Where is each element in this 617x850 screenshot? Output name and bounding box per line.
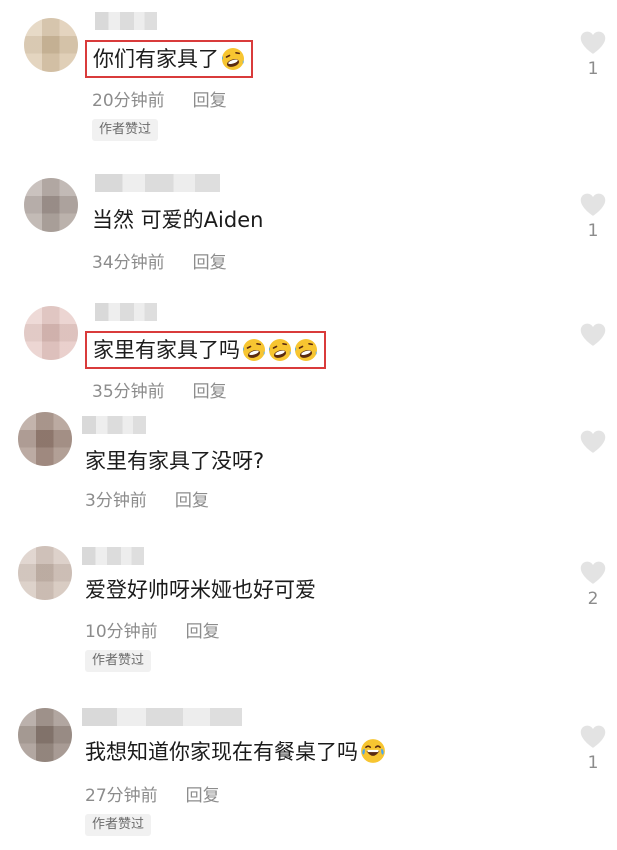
comment-text: 你们有家具了 [93,47,219,71]
comment-text-highlighted: 家里有家具了吗 [85,331,326,369]
username-blurred[interactable] [82,416,146,434]
tears-of-joy-emoji-icon [360,738,386,764]
comment-time: 27分钟前 [85,786,158,806]
reply-button[interactable]: 回复 [193,253,227,273]
comment-text: 家里有家具了没呀? [85,449,265,473]
heart-icon[interactable] [579,429,607,454]
comment-meta: 35分钟前 回复 [92,377,227,402]
avatar[interactable] [18,546,72,600]
comment-meta: 10分钟前 回复 [85,617,220,642]
reply-button[interactable]: 回复 [193,382,227,402]
like-count: 1 [587,221,599,241]
username-blurred[interactable] [95,303,157,321]
like-button[interactable] [576,322,610,347]
comment-meta: 34分钟前 回复 [92,248,227,273]
username-blurred[interactable] [95,174,220,192]
rofl-emoji-icon [242,338,266,362]
comment-time: 35分钟前 [92,382,165,402]
comment-meta: 27分钟前 回复 [85,781,220,806]
avatar[interactable] [24,18,78,72]
avatar[interactable] [24,178,78,232]
comment-time: 10分钟前 [85,622,158,642]
comment-meta: 3分钟前 回复 [85,486,209,511]
username-blurred[interactable] [82,547,144,565]
like-button[interactable]: 1 [576,724,610,773]
reply-button[interactable]: 回复 [175,491,209,511]
like-button[interactable]: 1 [576,192,610,241]
heart-icon[interactable] [579,322,607,347]
heart-icon[interactable] [579,724,607,749]
like-button[interactable]: 2 [576,560,610,609]
heart-icon[interactable] [579,560,607,585]
author-liked-badge: 作者赞过 [85,814,152,836]
rofl-emoji-icon [294,338,318,362]
comment-text: 我想知道你家现在有餐桌了吗 [85,740,358,764]
avatar[interactable] [18,708,72,762]
username-blurred[interactable] [82,708,242,726]
reply-button[interactable]: 回复 [186,786,220,806]
heart-icon[interactable] [579,192,607,217]
avatar[interactable] [24,306,78,360]
rofl-emoji-icon [221,47,245,71]
comment-meta: 20分钟前 回复 [92,86,227,111]
like-count: 2 [587,589,599,609]
reply-button[interactable]: 回复 [193,91,227,111]
comment-text-highlighted: 你们有家具了 [85,40,253,78]
reply-button[interactable]: 回复 [186,622,220,642]
like-button[interactable] [576,429,610,454]
comment-time: 3分钟前 [85,491,147,511]
avatar[interactable] [18,412,72,466]
rofl-emoji-icon [268,338,292,362]
comment-text: 爱登好帅呀米娅也好可爱 [85,578,316,602]
comment-text-with-emoji: 我想知道你家现在有餐桌了吗 [85,737,386,767]
comment-time: 34分钟前 [92,253,165,273]
author-liked-badge: 作者赞过 [92,119,159,141]
comment-text: 家里有家具了吗 [93,338,240,362]
comment-text: 当然 可爱的Aiden [92,208,264,232]
heart-icon[interactable] [579,30,607,55]
like-count: 1 [587,59,599,79]
like-button[interactable]: 1 [576,30,610,79]
comment-time: 20分钟前 [92,91,165,111]
author-liked-badge: 作者赞过 [85,650,152,672]
username-blurred[interactable] [95,12,157,30]
like-count: 1 [587,753,599,773]
